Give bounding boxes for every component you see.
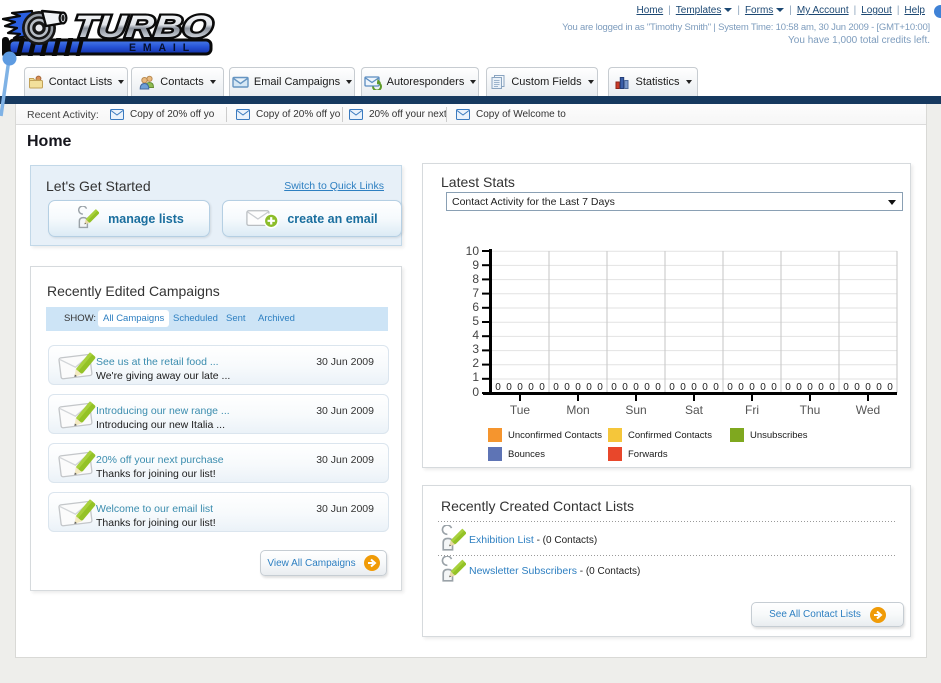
svg-text:0: 0 xyxy=(495,382,501,393)
svg-text:0: 0 xyxy=(506,382,512,393)
svg-text:0: 0 xyxy=(586,382,592,393)
svg-text:0: 0 xyxy=(655,382,661,393)
svg-text:0: 0 xyxy=(887,382,893,393)
svg-text:Sat: Sat xyxy=(685,403,704,417)
svg-text:7: 7 xyxy=(472,286,479,300)
svg-text:0: 0 xyxy=(713,382,719,393)
svg-text:0: 0 xyxy=(691,382,697,393)
svg-text:0: 0 xyxy=(760,382,766,393)
svg-text:0: 0 xyxy=(738,382,744,393)
svg-text:Wed: Wed xyxy=(856,403,880,417)
svg-text:0: 0 xyxy=(669,382,675,393)
svg-text:0: 0 xyxy=(865,382,871,393)
svg-text:0: 0 xyxy=(771,382,777,393)
svg-text:0: 0 xyxy=(564,382,570,393)
svg-text:0: 0 xyxy=(749,382,755,393)
svg-text:6: 6 xyxy=(472,300,479,314)
svg-text:0: 0 xyxy=(854,382,860,393)
svg-text:0: 0 xyxy=(644,382,650,393)
svg-text:0: 0 xyxy=(611,382,617,393)
svg-text:0: 0 xyxy=(785,382,791,393)
svg-text:0: 0 xyxy=(843,382,849,393)
svg-text:Fri: Fri xyxy=(745,403,759,417)
svg-text:0: 0 xyxy=(727,382,733,393)
svg-text:0: 0 xyxy=(622,382,628,393)
svg-text:0: 0 xyxy=(818,382,824,393)
svg-text:Sun: Sun xyxy=(625,403,646,417)
svg-text:9: 9 xyxy=(472,258,479,272)
svg-text:0: 0 xyxy=(597,382,603,393)
svg-text:2: 2 xyxy=(472,356,479,370)
svg-text:4: 4 xyxy=(472,328,479,342)
svg-text:10: 10 xyxy=(466,244,480,258)
svg-text:0: 0 xyxy=(807,382,813,393)
svg-text:0: 0 xyxy=(633,382,639,393)
svg-text:3: 3 xyxy=(472,342,479,356)
svg-text:0: 0 xyxy=(553,382,559,393)
svg-text:0: 0 xyxy=(528,382,534,393)
svg-text:0: 0 xyxy=(876,382,882,393)
svg-text:TURBO: TURBO xyxy=(72,9,215,44)
svg-text:0: 0 xyxy=(539,382,545,393)
svg-text:Mon: Mon xyxy=(566,403,589,417)
svg-text:0: 0 xyxy=(829,382,835,393)
svg-text:5: 5 xyxy=(472,314,479,328)
svg-text:Tue: Tue xyxy=(510,403,531,417)
svg-text:0: 0 xyxy=(517,382,523,393)
svg-text:0: 0 xyxy=(680,382,686,393)
svg-text:0: 0 xyxy=(472,385,479,399)
svg-text:0: 0 xyxy=(702,382,708,393)
svg-text:8: 8 xyxy=(472,272,479,286)
svg-text:0: 0 xyxy=(796,382,802,393)
svg-text:1: 1 xyxy=(472,370,479,384)
svg-text:0: 0 xyxy=(575,382,581,393)
svg-text:Thu: Thu xyxy=(800,403,821,417)
